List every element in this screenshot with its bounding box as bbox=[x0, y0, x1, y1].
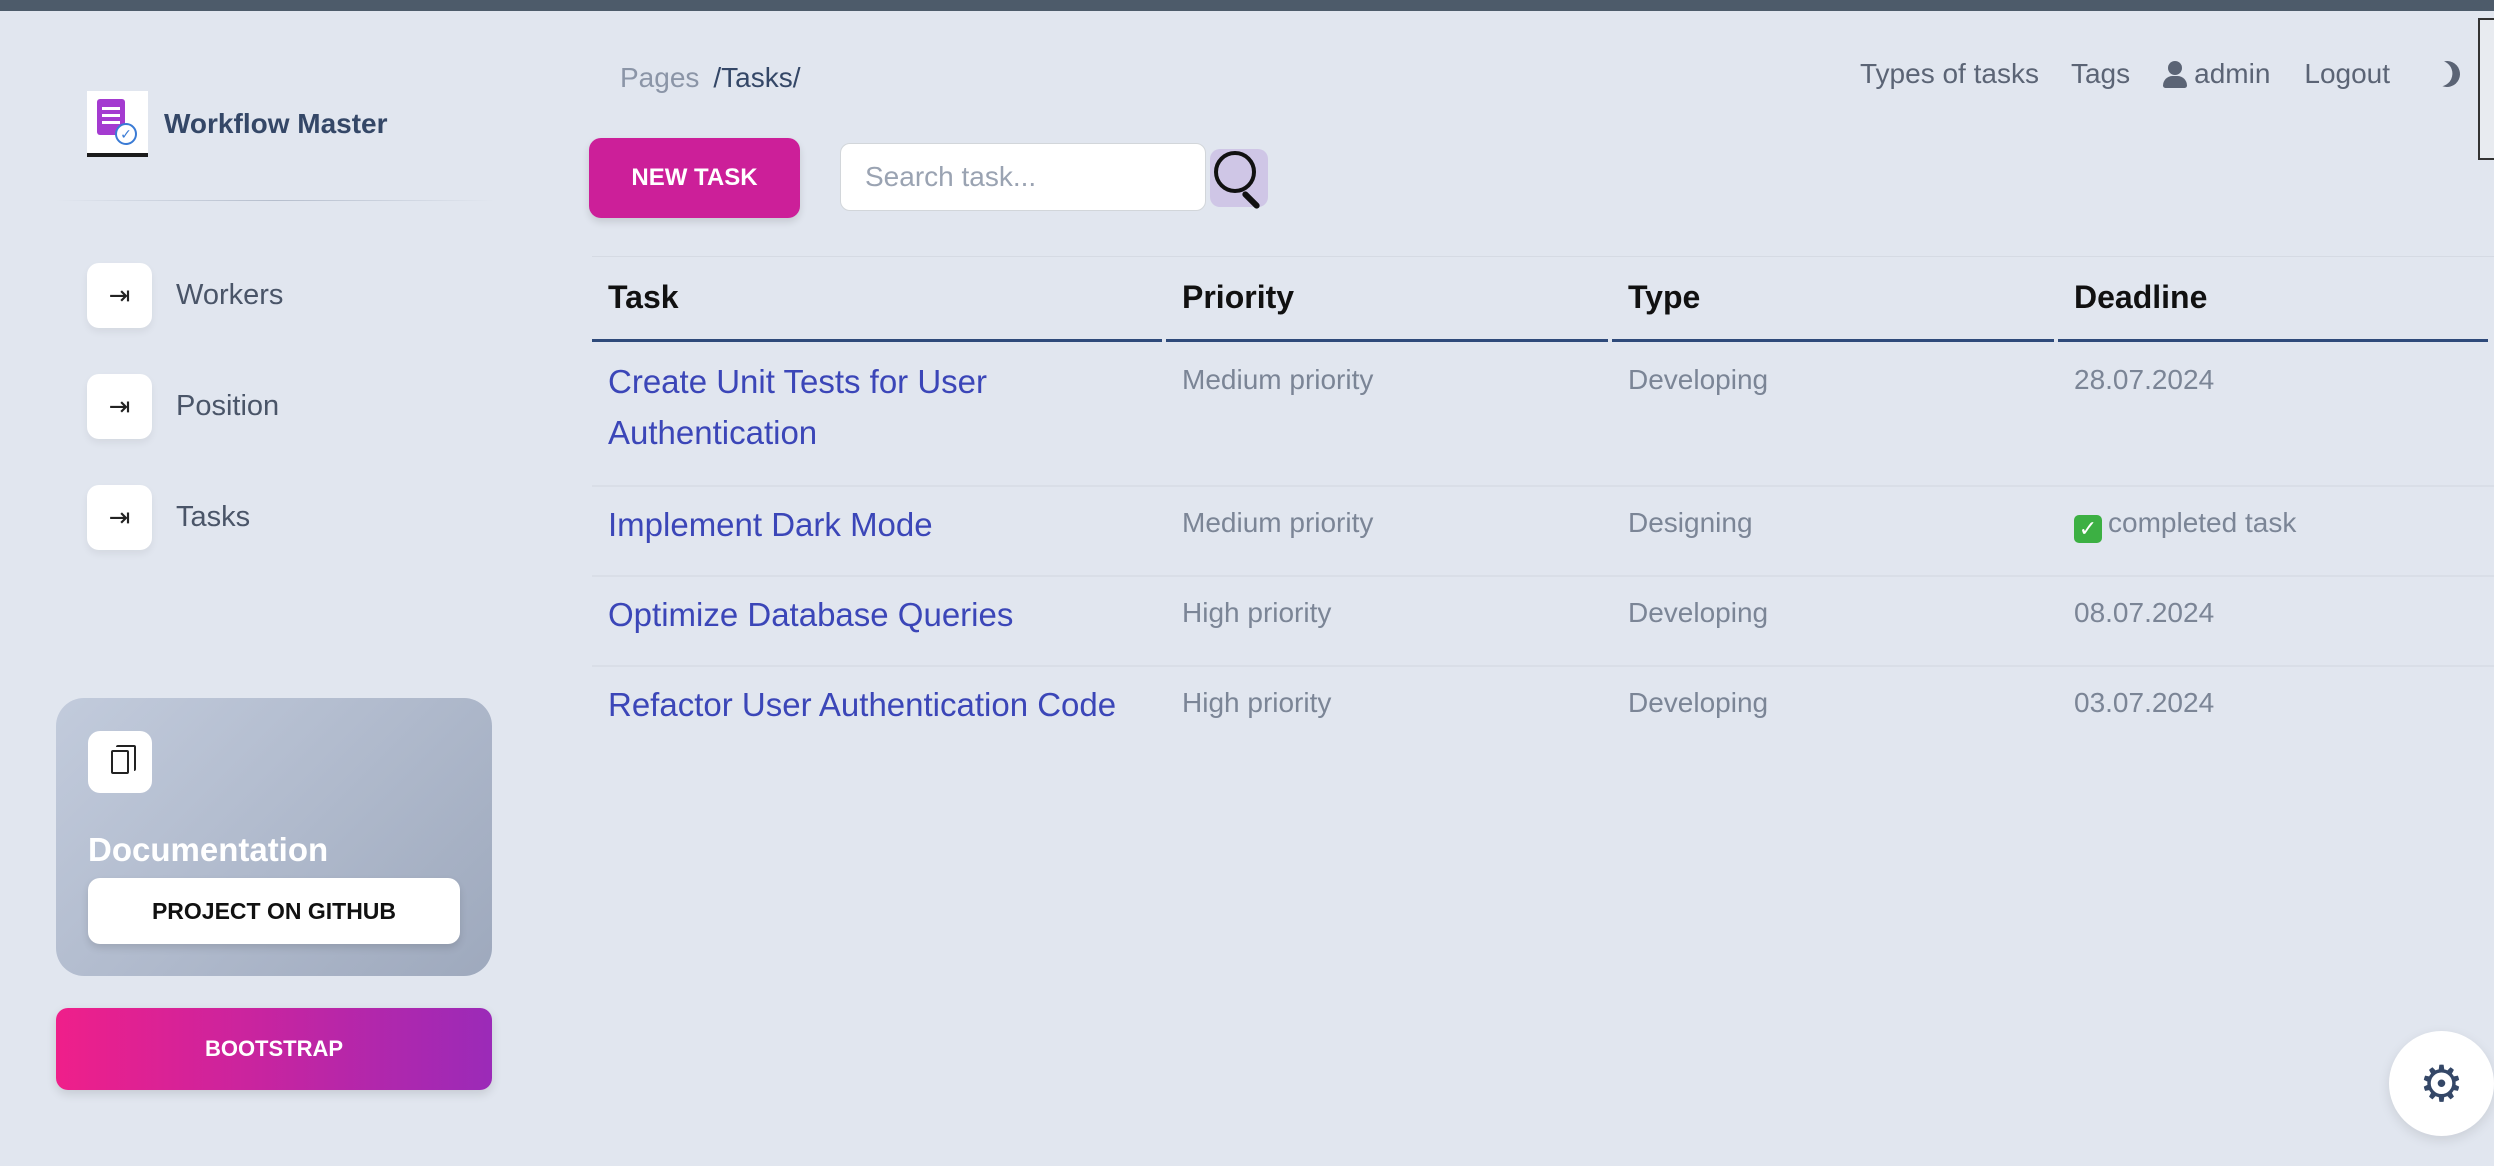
sidebar-item-label: Tasks bbox=[176, 501, 251, 533]
table-row: Optimize Database Queries High priority … bbox=[592, 577, 2494, 667]
task-link[interactable]: Optimize Database Queries bbox=[592, 589, 1162, 665]
arrow-right-to-bar-icon: ⇥ bbox=[87, 374, 152, 439]
documentation-card: Documentation PROJECT ON GITHUB bbox=[56, 698, 492, 976]
sidebar-divider bbox=[55, 200, 495, 201]
task-link[interactable]: Refactor User Authentication Code bbox=[592, 679, 1162, 757]
task-type: Designing bbox=[1628, 507, 1753, 538]
task-deadline-cell: ✓ completed task bbox=[2058, 499, 2488, 575]
task-priority: Medium priority bbox=[1182, 364, 1374, 395]
username: admin bbox=[2194, 58, 2271, 89]
sidebar-item-label: Workers bbox=[176, 279, 284, 311]
task-status: completed task bbox=[2108, 507, 2297, 538]
app-logo-icon: ✓ bbox=[87, 91, 148, 157]
task-type: Developing bbox=[1628, 364, 1769, 395]
arrow-right-to-bar-icon: ⇥ bbox=[87, 263, 152, 328]
search-button[interactable] bbox=[1210, 149, 1268, 210]
task-priority: Medium priority bbox=[1182, 507, 1374, 538]
sidebar: ✓ Workflow Master ⇥ Workers ⇥ Position ⇥… bbox=[0, 11, 520, 1166]
tags-link[interactable]: Tags bbox=[2071, 58, 2130, 90]
task-priority: High priority bbox=[1182, 597, 1332, 628]
moon-icon[interactable] bbox=[2430, 57, 2463, 90]
task-priority: High priority bbox=[1182, 687, 1332, 718]
checkmark-icon: ✓ bbox=[2074, 515, 2102, 543]
copy-document-icon bbox=[88, 731, 152, 793]
logout-link[interactable]: Logout bbox=[2304, 58, 2390, 90]
window-top-bar bbox=[0, 0, 2494, 11]
user-icon bbox=[2162, 59, 2188, 89]
table-row: Implement Dark Mode Medium priority Desi… bbox=[592, 487, 2494, 577]
table-header: Task Priority Type Deadline bbox=[592, 256, 2494, 342]
app-name: Workflow Master bbox=[164, 108, 388, 139]
bootstrap-button[interactable]: BOOTSTRAP bbox=[56, 1008, 492, 1090]
user-menu[interactable]: admin bbox=[2162, 58, 2270, 90]
task-deadline: 08.07.2024 bbox=[2074, 597, 2215, 628]
scrollbar[interactable] bbox=[2478, 18, 2494, 160]
column-header-deadline[interactable]: Deadline bbox=[2058, 257, 2488, 342]
table-row: Refactor User Authentication Code High p… bbox=[592, 667, 2494, 757]
breadcrumb: Pages/Tasks/ bbox=[620, 62, 801, 94]
types-of-tasks-link[interactable]: Types of tasks bbox=[1860, 58, 2039, 90]
column-header-priority[interactable]: Priority bbox=[1166, 257, 1608, 342]
sidebar-item-label: Position bbox=[176, 390, 280, 422]
gear-icon: ⚙ bbox=[2419, 1054, 2464, 1113]
documentation-title: Documentation bbox=[88, 831, 329, 868]
column-header-type[interactable]: Type bbox=[1612, 257, 2054, 342]
sidebar-item-position[interactable]: ⇥ Position bbox=[87, 374, 279, 439]
new-task-button[interactable]: NEW TASK bbox=[589, 138, 800, 218]
top-navigation: Types of tasks Tags admin Logout bbox=[1860, 58, 2460, 90]
column-header-task[interactable]: Task bbox=[592, 257, 1162, 342]
task-deadline: 28.07.2024 bbox=[2074, 364, 2215, 395]
task-link[interactable]: Implement Dark Mode bbox=[592, 499, 1162, 575]
sidebar-item-tasks[interactable]: ⇥ Tasks bbox=[87, 485, 250, 550]
sidebar-item-workers[interactable]: ⇥ Workers bbox=[87, 263, 283, 328]
breadcrumb-pages[interactable]: Pages bbox=[620, 62, 699, 93]
search-input[interactable] bbox=[840, 143, 1206, 211]
task-type: Developing bbox=[1628, 597, 1769, 628]
task-link[interactable]: Create Unit Tests for User Authenticatio… bbox=[592, 356, 1162, 485]
task-type: Developing bbox=[1628, 687, 1769, 718]
table-row: Create Unit Tests for User Authenticatio… bbox=[592, 342, 2494, 487]
breadcrumb-current: /Tasks/ bbox=[713, 62, 801, 93]
brand[interactable]: ✓ Workflow Master bbox=[87, 91, 388, 157]
tasks-table: Task Priority Type Deadline Create Unit … bbox=[592, 256, 2494, 757]
arrow-right-to-bar-icon: ⇥ bbox=[87, 485, 152, 550]
settings-button[interactable]: ⚙ bbox=[2389, 1031, 2494, 1136]
task-deadline: 03.07.2024 bbox=[2074, 687, 2215, 718]
project-on-github-button[interactable]: PROJECT ON GITHUB bbox=[88, 878, 460, 944]
